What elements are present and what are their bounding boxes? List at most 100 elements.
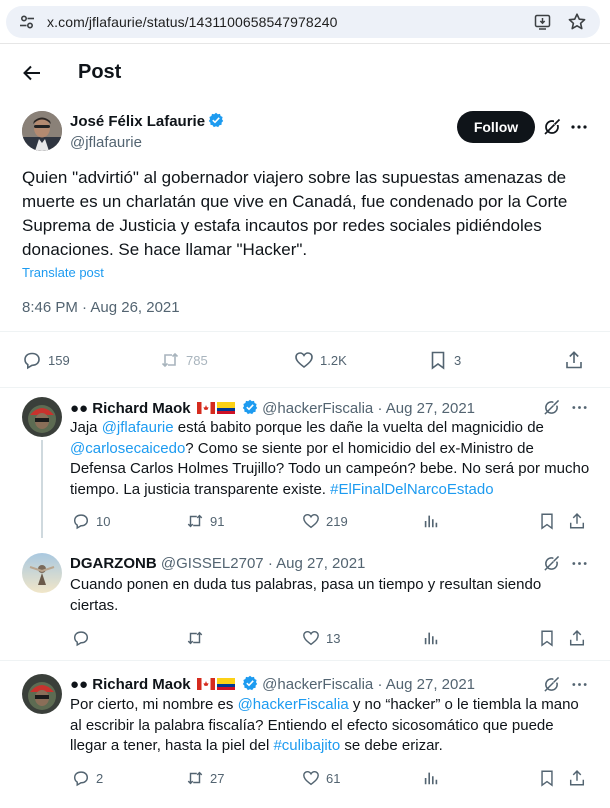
more-options-icon[interactable] — [571, 676, 588, 693]
canada-flag-icon — [196, 678, 215, 690]
reply-icon — [73, 771, 89, 787]
reply-avatar[interactable] — [22, 674, 62, 714]
views-button[interactable] — [422, 768, 446, 788]
bookmark-button[interactable] — [538, 768, 562, 788]
reply-count: 2 — [96, 770, 104, 786]
repost-button[interactable]: 91 — [186, 511, 224, 531]
views-button[interactable] — [422, 511, 446, 531]
reply-text-segment: se debe erizar. — [340, 737, 443, 754]
bookmark-button[interactable] — [538, 511, 562, 531]
repost-button[interactable]: 27 — [186, 768, 224, 788]
author-handle[interactable]: @jflafaurie — [70, 134, 142, 151]
like-button[interactable]: 219 — [302, 511, 348, 531]
grok-icon[interactable] — [543, 399, 560, 416]
share-button[interactable] — [568, 511, 592, 531]
more-options-icon[interactable] — [571, 555, 588, 572]
bookmark-button[interactable] — [538, 628, 562, 648]
install-app-icon[interactable] — [534, 13, 552, 31]
reply-avatar[interactable] — [22, 553, 62, 593]
canada-flag-icon — [196, 402, 215, 414]
reply-author-handle[interactable]: @hackerFiscalia — [262, 676, 373, 693]
author-avatar[interactable] — [22, 111, 62, 151]
share-button[interactable] — [564, 348, 590, 372]
reply-author-name[interactable]: DGARZONB — [70, 555, 157, 572]
verified-badge-icon — [208, 112, 224, 128]
back-arrow-icon[interactable] — [22, 63, 42, 83]
heart-icon — [303, 770, 319, 786]
reply-item[interactable]: ●● Richard Maok @hackerFiscalia · Aug 27… — [0, 388, 610, 540]
share-button[interactable] — [568, 628, 592, 648]
analytics-icon — [424, 632, 438, 645]
share-icon — [566, 351, 582, 369]
post-action-bar: 159 785 1.2K 3 — [22, 348, 594, 372]
grok-icon[interactable] — [543, 676, 560, 693]
like-count: 61 — [326, 770, 341, 786]
more-options-icon[interactable] — [570, 118, 588, 136]
browser-address-bar: x.com/jflafaurie/status/1431100658547978… — [0, 0, 610, 44]
reply-date[interactable]: Aug 27, 2021 — [276, 555, 365, 572]
reply-text: Jaja @jflafaurie está babito porque les … — [70, 418, 590, 500]
post-timestamp[interactable]: 8:46 PM · Aug 26, 2021 — [22, 299, 180, 316]
share-button[interactable] — [568, 768, 592, 788]
grok-icon[interactable] — [543, 118, 561, 136]
reply-avatar[interactable] — [22, 397, 62, 437]
reply-text: Por cierto, mi nombre es @hackerFiscalia… — [70, 695, 590, 757]
repost-count: 91 — [210, 513, 225, 529]
mention-link[interactable]: @carlosecaicedo — [70, 440, 185, 457]
repost-button[interactable] — [186, 628, 210, 648]
colombia-flag-icon — [216, 678, 235, 690]
share-icon — [569, 513, 585, 529]
grok-icon[interactable] — [543, 555, 560, 572]
repost-icon — [161, 352, 179, 368]
mention-link[interactable]: @jflafaurie — [102, 419, 174, 436]
reply-text-segment: está babito porque les dañe la vuelta de… — [173, 419, 544, 436]
author-name[interactable]: José Félix Lafaurie — [70, 112, 224, 130]
reply-date[interactable]: Aug 27, 2021 — [386, 400, 475, 417]
repost-button[interactable]: 785 — [160, 348, 208, 372]
reply-button[interactable]: 10 — [72, 511, 110, 531]
reply-button[interactable]: 2 — [72, 768, 103, 788]
reply-text-segment: Por cierto, mi nombre es — [70, 696, 238, 713]
mention-link[interactable]: @hackerFiscalia — [238, 696, 349, 713]
views-button[interactable] — [422, 628, 446, 648]
bookmark-star-icon[interactable] — [567, 12, 587, 32]
repost-count: 27 — [210, 770, 225, 786]
share-icon — [569, 630, 585, 646]
divider — [0, 331, 610, 332]
like-button[interactable]: 13 — [302, 628, 340, 648]
reply-header: ●● Richard Maok @hackerFiscalia · Aug 27… — [70, 675, 475, 693]
hashtag-link[interactable]: #culibajito — [273, 737, 340, 754]
like-count: 219 — [326, 513, 348, 529]
like-button[interactable]: 61 — [302, 768, 340, 788]
reply-action-bar: 10 91 219 — [70, 511, 590, 531]
url-field[interactable]: x.com/jflafaurie/status/1431100658547978… — [6, 6, 600, 38]
reply-action-bar: 13 — [70, 628, 590, 648]
hashtag-link[interactable]: #ElFinalDelNarcoEstado — [330, 481, 493, 498]
reply-icon — [73, 514, 89, 530]
reply-button[interactable] — [72, 628, 96, 648]
reply-icon — [24, 352, 40, 370]
repost-icon — [187, 514, 203, 528]
post-text: Quien "advirtió" al gobernador viajero s… — [22, 168, 568, 259]
author-name-text[interactable]: José Félix Lafaurie — [70, 113, 205, 130]
reply-author-name[interactable]: ●● Richard Maok — [70, 400, 191, 417]
site-settings-icon[interactable] — [19, 14, 35, 30]
repost-icon — [187, 631, 203, 645]
translate-post-link[interactable]: Translate post — [22, 265, 104, 280]
reply-date[interactable]: Aug 27, 2021 — [386, 676, 475, 693]
separator-dot: · — [267, 555, 273, 572]
reply-author-handle[interactable]: @hackerFiscalia — [262, 400, 373, 417]
bookmark-button[interactable]: 3 — [428, 348, 461, 372]
thread-line — [41, 440, 43, 538]
url-text[interactable]: x.com/jflafaurie/status/1431100658547978… — [47, 14, 337, 30]
reply-button[interactable]: 159 — [22, 348, 70, 372]
separator-dot: · — [377, 676, 383, 693]
follow-button[interactable]: Follow — [457, 111, 535, 143]
reply-author-handle[interactable]: @GISSEL2707 — [161, 555, 264, 572]
reply-author-name[interactable]: ●● Richard Maok — [70, 676, 191, 693]
like-count: 1.2K — [320, 352, 347, 368]
reply-item[interactable]: DGARZONB @GISSEL2707 · Aug 27, 2021 Cuan… — [0, 540, 610, 660]
more-options-icon[interactable] — [571, 399, 588, 416]
like-button[interactable]: 1.2K — [294, 348, 347, 372]
reply-item[interactable]: ●● Richard Maok @hackerFiscalia · Aug 27… — [0, 661, 610, 808]
